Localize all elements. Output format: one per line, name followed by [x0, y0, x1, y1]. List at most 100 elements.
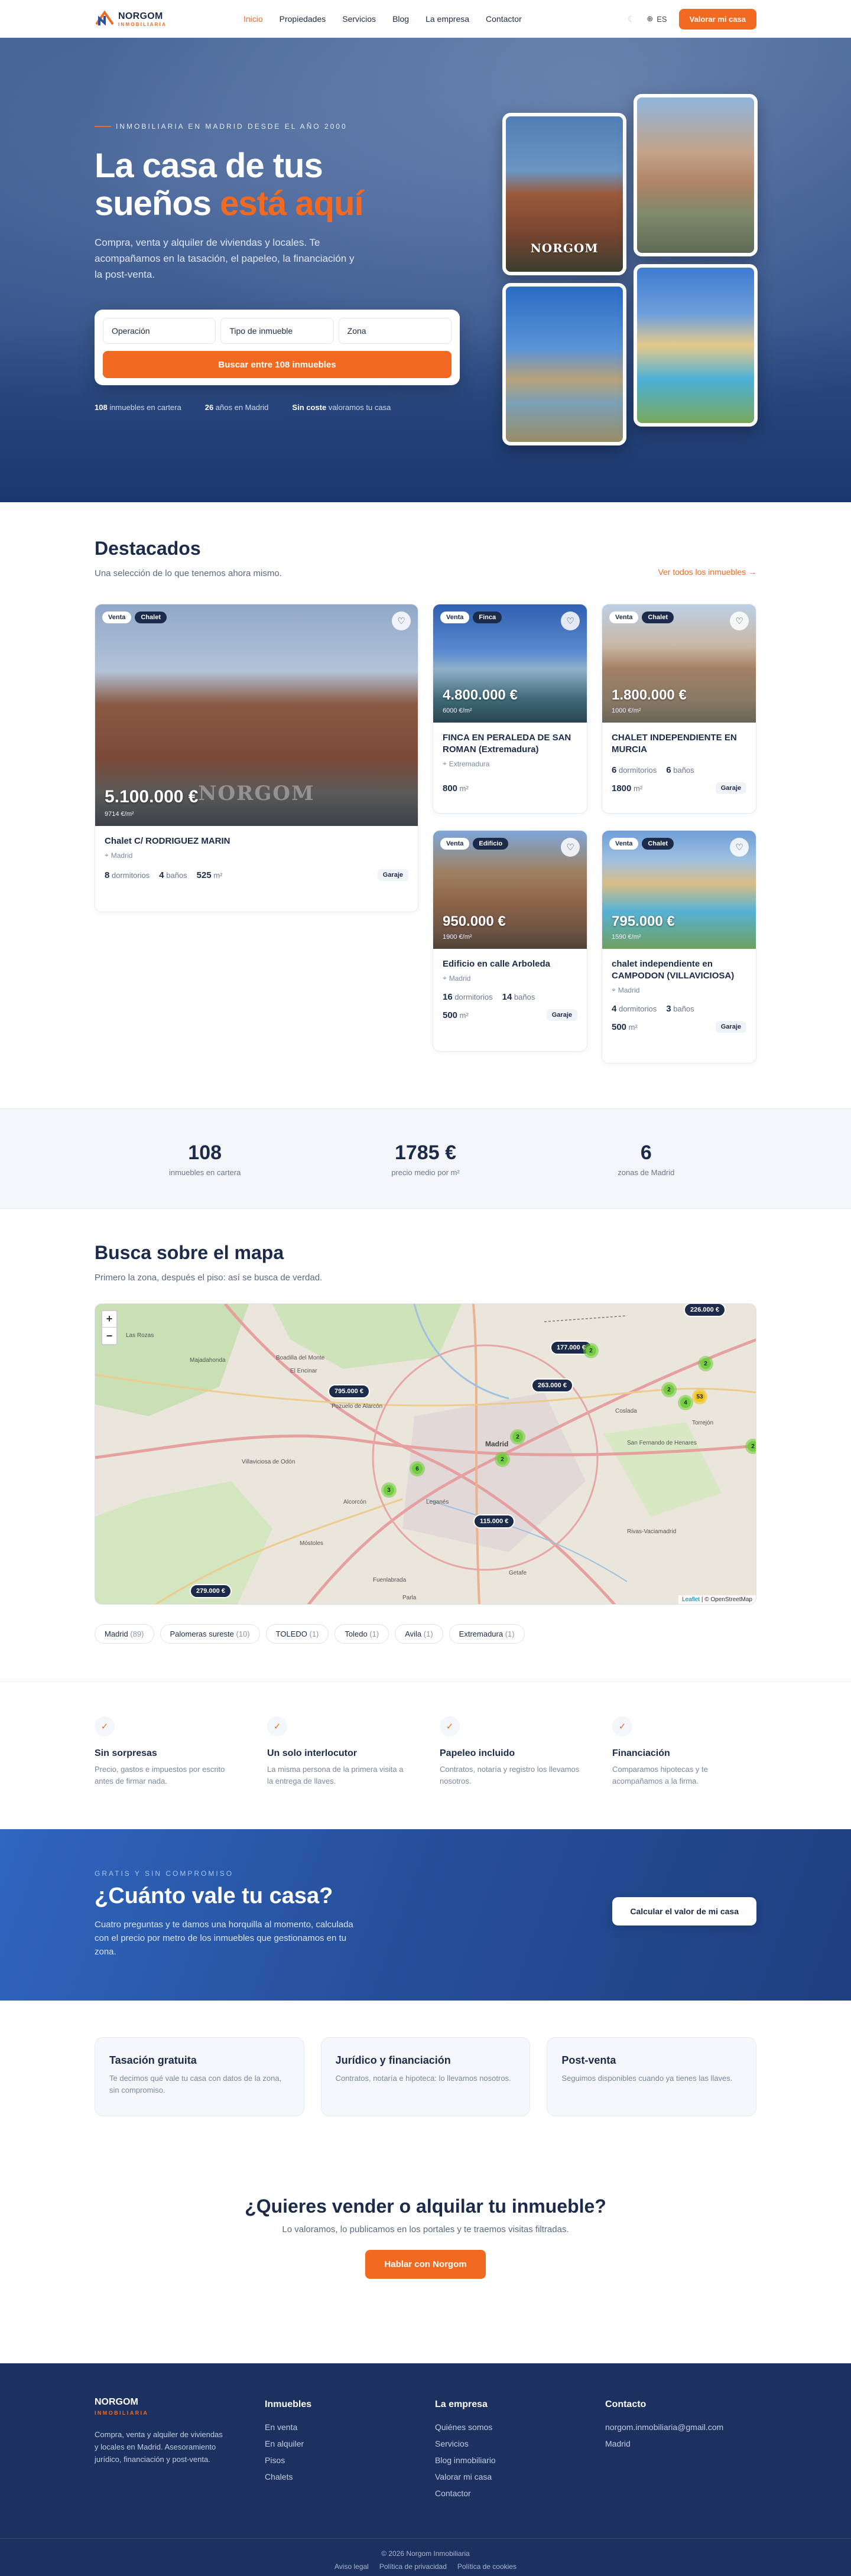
footer-col-title: Inmuebles: [265, 2399, 312, 2409]
garage-tag: Garaje: [715, 782, 746, 794]
footer-link[interactable]: Pisos: [265, 2452, 435, 2468]
footer-link[interactable]: En alquiler: [265, 2435, 435, 2452]
footer: NORGOM INMOBILIARIA Compra, venta y alqu…: [0, 2363, 851, 2576]
zone-chip[interactable]: Avila (1): [395, 1624, 443, 1644]
property-card[interactable]: Venta Chalet ♡ NORGOM 5.100.000 € 9714 €/…: [95, 604, 418, 912]
nav-blog[interactable]: Blog: [392, 14, 409, 24]
map-cluster[interactable]: 53: [692, 1389, 707, 1404]
footer-link[interactable]: Valorar mi casa: [435, 2468, 605, 2485]
copyright: © 2026 Norgom Inmobiliaria: [381, 2549, 470, 2558]
hero-eyebrow: INMOBILIARIA EN MADRID DESDE EL AÑO 2000: [95, 122, 347, 131]
nav-la-empresa[interactable]: La empresa: [426, 14, 469, 24]
map-cluster[interactable]: 6: [410, 1461, 425, 1476]
map-title: Busca sobre el mapa: [95, 1242, 284, 1263]
price-per-m2: 6000 €/m²: [443, 707, 472, 714]
zone-chip[interactable]: Toledo (1): [334, 1624, 389, 1644]
footer-link[interactable]: Quiénes somos: [435, 2419, 605, 2435]
map-cluster[interactable]: 4: [678, 1395, 693, 1410]
footer-link[interactable]: Servicios: [435, 2435, 605, 2452]
map-subtitle: Primero la zona, después el piso: así se…: [95, 1273, 323, 1283]
zone-select[interactable]: Zona: [338, 318, 452, 344]
bathrooms: 3 baños: [666, 1004, 694, 1014]
map-cluster[interactable]: 2: [510, 1429, 525, 1445]
footer-link[interactable]: Blog inmobiliario: [435, 2452, 605, 2468]
property-card[interactable]: Venta Finca ♡ 4.800.000 € 6000 €/m² FINCA…: [433, 604, 587, 814]
map-price-pin[interactable]: 263.000 €: [531, 1378, 573, 1393]
theme-toggle-icon[interactable]: ☾: [628, 14, 635, 24]
nav-inicio[interactable]: Inicio: [243, 14, 263, 24]
favorite-icon[interactable]: ♡: [730, 838, 749, 857]
hero-photo-lake: [502, 283, 626, 445]
map-attribution: Leaflet | © OpenStreetMap: [678, 1595, 756, 1604]
map-price-pin[interactable]: 279.000 €: [190, 1584, 232, 1598]
calculate-value-button[interactable]: Calcular el valor de mi casa: [612, 1897, 756, 1926]
legal-link[interactable]: Política de privacidad: [379, 2562, 447, 2571]
operation-badge: Venta: [609, 838, 639, 850]
nav-valorar-button[interactable]: Valorar mi casa: [678, 8, 756, 30]
property-card[interactable]: Venta Chalet ♡ 795.000 € 1590 €/m² chalet…: [602, 830, 756, 1063]
feature-text: La misma persona de la primera visita a …: [267, 1765, 404, 1785]
favorite-icon[interactable]: ♡: [561, 612, 580, 630]
search-button[interactable]: Buscar entre 108 inmuebles: [103, 351, 452, 378]
logo[interactable]: NORGOM INMOBILIARIA: [95, 10, 167, 28]
favorite-icon[interactable]: ♡: [561, 838, 580, 857]
map-cluster[interactable]: 2: [583, 1343, 599, 1358]
map-cluster[interactable]: 2: [745, 1439, 756, 1454]
footer-link[interactable]: Contactor: [435, 2485, 605, 2502]
place-label: Majadahonda: [190, 1357, 226, 1364]
footer-email-link[interactable]: norgom.inmobiliaria@gmail.com: [605, 2419, 756, 2435]
nav-contactor[interactable]: Contactor: [486, 14, 522, 24]
location-pin-icon: ⌖: [612, 985, 616, 994]
property-location: ⌖ Madrid: [443, 974, 471, 983]
footer-link[interactable]: En venta: [265, 2419, 435, 2435]
property-map[interactable]: Las Rozas Boadilla del Monte El Encinar …: [95, 1303, 756, 1605]
zone-chip[interactable]: Extremadura (1): [449, 1624, 525, 1644]
map-cluster[interactable]: 2: [698, 1356, 713, 1371]
price-per-m2: 1590 €/m²: [612, 934, 641, 941]
zoom-out-button[interactable]: −: [102, 1328, 116, 1344]
footer-link[interactable]: Chalets: [265, 2468, 435, 2485]
contact-norgom-button[interactable]: Hablar con Norgom: [365, 2250, 486, 2279]
see-all-link[interactable]: Ver todos los inmuebles →: [658, 567, 756, 577]
operation-select[interactable]: Operación: [103, 318, 216, 344]
leaflet-link[interactable]: Leaflet: [682, 1596, 700, 1603]
price-per-m2: 1900 €/m²: [443, 934, 472, 941]
zone-chips: Madrid (89) Palomeras sureste (10) TOLED…: [95, 1624, 525, 1644]
featured-title: Destacados: [95, 538, 201, 559]
type-badge: Chalet: [642, 612, 674, 623]
property-type-select[interactable]: Tipo de inmueble: [220, 318, 334, 344]
stat-item: 6 zonas de Madrid: [618, 1141, 675, 1177]
favorite-icon[interactable]: ♡: [392, 612, 411, 630]
service-text: Te decimos qué vale tu casa con datos de…: [109, 2074, 282, 2094]
service-box: Tasación gratuita Te decimos qué vale tu…: [95, 2037, 304, 2116]
map-price-pin[interactable]: 795.000 €: [328, 1384, 370, 1398]
nav-propiedades[interactable]: Propiedades: [280, 14, 326, 24]
zoom-in-button[interactable]: +: [102, 1311, 116, 1328]
map-price-pin[interactable]: 226.000 €: [684, 1304, 726, 1317]
zone-chip[interactable]: Madrid (89): [95, 1624, 154, 1644]
bedrooms: 4 dormitorios: [612, 1004, 657, 1014]
map-cluster[interactable]: 2: [495, 1452, 510, 1467]
zone-chip[interactable]: TOLEDO (1): [265, 1624, 329, 1644]
map-cluster[interactable]: 2: [661, 1382, 677, 1397]
operation-badge: Venta: [102, 612, 132, 623]
property-title: CHALET INDEPENDIENTE EN MURCIA: [612, 733, 737, 754]
property-price: 950.000 €: [443, 913, 506, 929]
type-badge: Chalet: [135, 612, 167, 623]
language-selector[interactable]: ⊕ ES: [647, 14, 667, 24]
stat-item: 108 inmuebles en cartera: [168, 1141, 241, 1177]
zone-chip[interactable]: Palomeras sureste (10): [160, 1624, 260, 1644]
place-label: Madrid: [485, 1440, 509, 1448]
footer-col-title: Contacto: [605, 2399, 647, 2409]
property-card[interactable]: Venta Edificio ♡ 950.000 € 1900 €/m² Edif…: [433, 830, 587, 1052]
legal-link[interactable]: Política de cookies: [457, 2562, 517, 2571]
place-label: Coslada: [615, 1408, 637, 1414]
nav-servicios[interactable]: Servicios: [342, 14, 376, 24]
bedrooms: 6 dormitorios: [612, 765, 657, 775]
map-price-pin[interactable]: 115.000 €: [473, 1514, 515, 1528]
legal-link[interactable]: Aviso legal: [334, 2562, 369, 2571]
map-cluster[interactable]: 3: [381, 1482, 397, 1498]
property-price: 795.000 €: [612, 913, 675, 929]
property-card[interactable]: Venta Chalet ♡ 1.800.000 € 1000 €/m² CHAL…: [602, 604, 756, 814]
favorite-icon[interactable]: ♡: [730, 612, 749, 630]
